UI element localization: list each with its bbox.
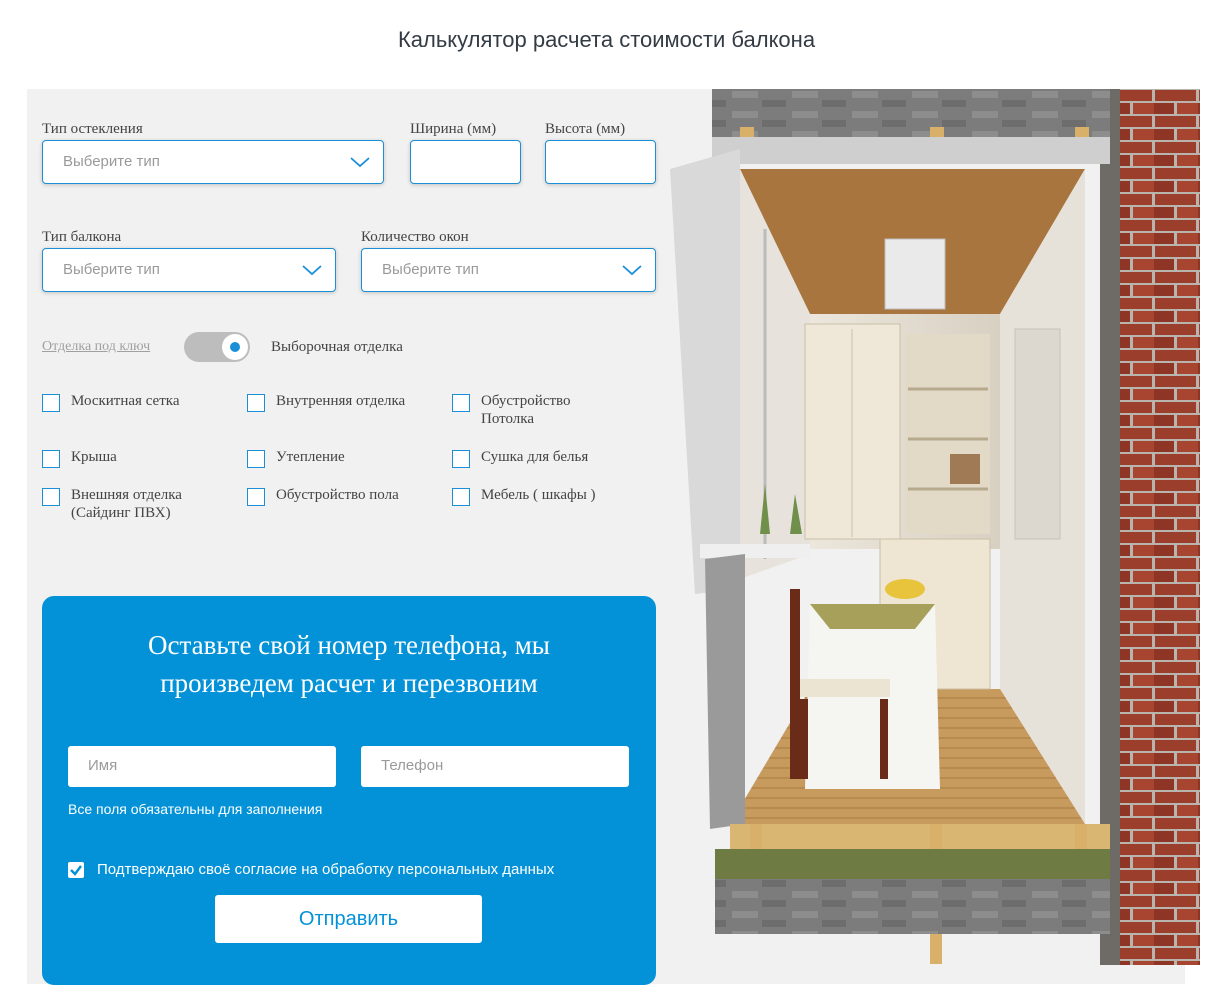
- balcony-type-label: Тип балкона: [42, 229, 122, 245]
- option-label: Крыша: [71, 449, 117, 465]
- option-label: Внутренняя отделка: [276, 393, 406, 409]
- name-input[interactable]: Имя: [68, 746, 336, 787]
- width-input[interactable]: [410, 140, 521, 184]
- callback-form-title: Оставьте свой номер телефона, мы произве…: [42, 626, 656, 702]
- balcony-illustration: [670, 89, 1200, 965]
- option-label: Мебель ( шкафы ): [481, 487, 596, 503]
- windows-count-select[interactable]: Выберите тип: [361, 248, 656, 292]
- checkbox[interactable]: [247, 394, 265, 412]
- windows-count-placeholder: Выберите тип: [382, 261, 479, 278]
- callback-form: Оставьте свой номер телефона, мы произве…: [42, 596, 656, 985]
- name-placeholder: Имя: [88, 757, 118, 774]
- option-label: Внешняя отделка (Сайдинг ПВХ): [71, 487, 182, 521]
- required-fields-note: Все поля обязательны для заполнения: [68, 801, 323, 817]
- toggle-knob: [222, 334, 248, 360]
- chevron-down-icon: [350, 157, 370, 168]
- phone-input[interactable]: Телефон: [361, 746, 629, 787]
- checkbox[interactable]: [452, 488, 470, 506]
- page-title: Калькулятор расчета стоимости балкона: [397, 27, 816, 52]
- glazing-type-select[interactable]: Выберите тип: [42, 140, 384, 184]
- option-label: Обустройство Потолка: [481, 393, 571, 427]
- checkbox[interactable]: [247, 450, 265, 468]
- glazing-type-label: Тип остекления: [42, 121, 143, 137]
- toggle-dot: [230, 342, 240, 352]
- balcony-type-select[interactable]: Выберите тип: [42, 248, 336, 292]
- turnkey-finish-link[interactable]: Отделка под ключ: [42, 339, 150, 355]
- callback-form-title-line1: Оставьте свой номер телефона, мы: [148, 630, 550, 660]
- option-label: Обустройство пола: [276, 487, 399, 503]
- checkbox[interactable]: [42, 450, 60, 468]
- submit-button[interactable]: Отправить: [215, 895, 482, 943]
- checkbox[interactable]: [42, 488, 60, 506]
- balcony-type-placeholder: Выберите тип: [63, 261, 160, 278]
- height-label: Высота (мм): [545, 121, 626, 137]
- option-label: Утепление: [276, 449, 345, 465]
- selective-finish-label[interactable]: Выборочная отделка: [271, 339, 403, 356]
- option-label: Москитная сетка: [71, 393, 180, 409]
- glazing-type-placeholder: Выберите тип: [63, 153, 160, 170]
- consent-label[interactable]: Подтверждаю своё согласие на обработку п…: [97, 861, 554, 878]
- checkbox[interactable]: [42, 394, 60, 412]
- checkbox[interactable]: [452, 394, 470, 412]
- height-input[interactable]: [545, 140, 656, 184]
- width-label: Ширина (мм): [410, 121, 497, 137]
- consent-checkbox[interactable]: [68, 862, 84, 878]
- checkbox[interactable]: [247, 488, 265, 506]
- finish-mode-toggle[interactable]: [184, 332, 250, 362]
- checkbox[interactable]: [452, 450, 470, 468]
- callback-form-title-line2: произведем расчет и перезвоним: [160, 668, 538, 698]
- chevron-down-icon: [622, 265, 642, 276]
- checkmark-icon: [70, 865, 82, 876]
- windows-count-label: Количество окон: [361, 229, 469, 245]
- chevron-down-icon: [302, 265, 322, 276]
- option-label: Сушка для белья: [481, 449, 589, 465]
- phone-placeholder: Телефон: [381, 757, 444, 774]
